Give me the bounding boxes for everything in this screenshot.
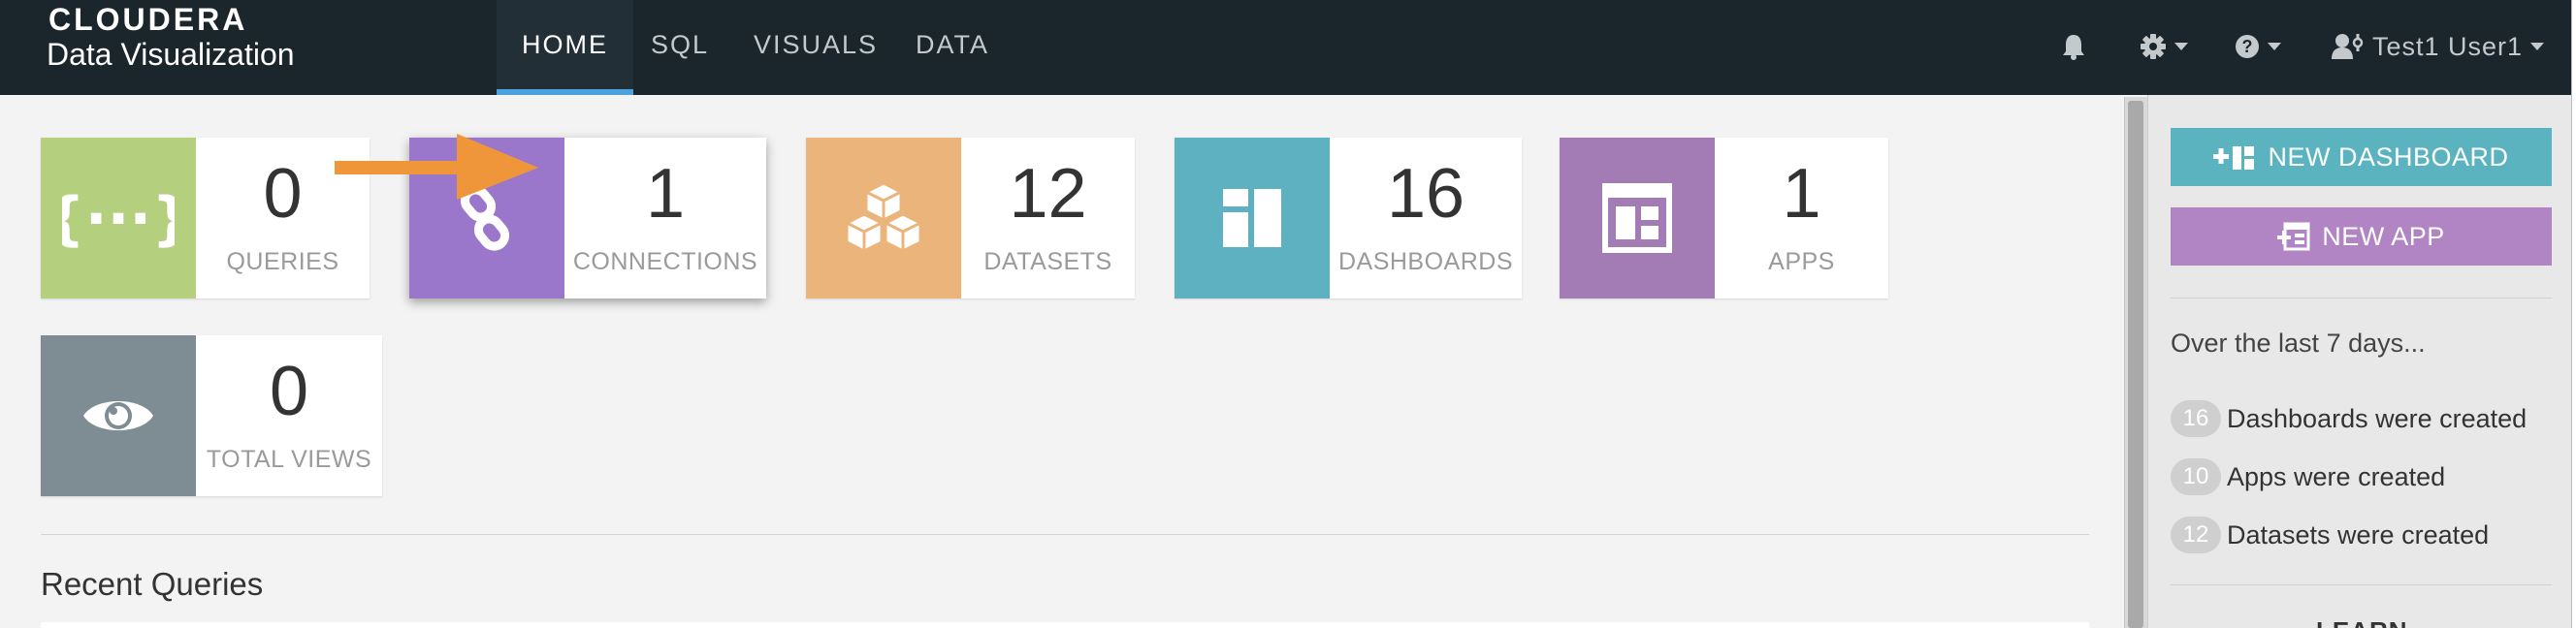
new-app-button[interactable]: NEW APP [2171, 207, 2552, 266]
tab-home[interactable]: HOME [497, 0, 633, 95]
tab-data[interactable]: DATA [916, 0, 989, 95]
eye-icon [83, 401, 153, 430]
chevron-down-icon [2530, 43, 2545, 50]
tab-visuals[interactable]: VISUALS [754, 0, 878, 95]
total-views-count: 0 [269, 353, 309, 430]
activity-text: Dashboards were created [2227, 403, 2528, 433]
learn-heading: LEARN [2316, 616, 2408, 628]
dashboards-icon-tile [1175, 138, 1330, 298]
dashboards-card[interactable]: 16 DASHBOARDS [1175, 138, 1522, 298]
total-views-card[interactable]: 0 TOTAL VIEWS [41, 335, 382, 496]
brand-logo: CLOUDERA [48, 2, 248, 37]
apps-count: 1 [1782, 155, 1821, 233]
apps-label: APPS [1768, 248, 1835, 275]
notifications-button[interactable] [2061, 25, 2086, 68]
connections-count: 1 [645, 155, 686, 233]
connections-label: CONNECTIONS [572, 248, 758, 275]
activity-text: Apps were created [2227, 461, 2446, 491]
help-menu-button[interactable]: ? [2235, 25, 2281, 68]
bell-icon [2063, 35, 2084, 60]
apps-icon-tile [1560, 138, 1715, 298]
activity-count-badge: 16 [2171, 400, 2221, 437]
datasets-label: DATASETS [983, 248, 1112, 275]
braces-icon: {···} [62, 185, 175, 252]
apps-card[interactable]: 1 APPS [1560, 138, 1888, 298]
add-dashboard-icon [2213, 146, 2255, 170]
annotation-arrow-icon [335, 134, 538, 200]
add-app-icon [2277, 222, 2310, 251]
new-dashboard-button[interactable]: NEW DASHBOARD [2171, 128, 2552, 186]
queries-icon-tile: {···} [41, 138, 196, 298]
window-edge [2571, 0, 2576, 628]
activity-item: 12 Datasets were created [2171, 517, 2489, 553]
queries-card[interactable]: {···} 0 QUERIES [41, 138, 370, 298]
section-divider [41, 534, 2089, 535]
queries-count: 0 [263, 155, 303, 233]
dashboard-icon [1223, 189, 1281, 247]
help-icon: ? [2236, 35, 2259, 58]
gear-icon [2141, 34, 2166, 59]
queries-label: QUERIES [226, 248, 339, 275]
sidebar-divider [2171, 584, 2552, 585]
app-icon [1602, 183, 1672, 253]
user-menu-button[interactable]: Test1 User1 [2332, 25, 2545, 68]
svg-text:{···}: {···} [62, 185, 175, 252]
datasets-count: 12 [1009, 155, 1087, 233]
chevron-down-icon [2268, 43, 2281, 50]
cubes-icon [845, 181, 922, 253]
new-app-label: NEW APP [2322, 221, 2445, 251]
activity-item: 16 Dashboards were created [2171, 400, 2527, 437]
user-icon [2332, 34, 2364, 59]
datasets-card[interactable]: 12 DATASETS [806, 138, 1135, 298]
user-name: Test1 User1 [2372, 31, 2524, 61]
datasets-icon-tile [806, 138, 961, 298]
activity-count-badge: 12 [2171, 517, 2221, 553]
top-navbar: CLOUDERA Data Visualization HOME SQL VIS… [0, 0, 2576, 95]
views-icon-tile [41, 335, 196, 496]
dashboards-label: DASHBOARDS [1337, 248, 1514, 275]
tab-sql[interactable]: SQL [651, 0, 709, 95]
activity-item: 10 Apps were created [2171, 458, 2445, 495]
svg-text:?: ? [2242, 37, 2253, 56]
activity-text: Datasets were created [2227, 519, 2490, 550]
total-views-label: TOTAL VIEWS [206, 446, 372, 473]
new-dashboard-label: NEW DASHBOARD [2268, 141, 2509, 172]
settings-menu-button[interactable] [2140, 25, 2188, 68]
activity-period: Over the last 7 days... [2171, 329, 2426, 358]
dashboards-count: 16 [1386, 155, 1465, 233]
recent-queries-panel [41, 622, 2089, 628]
brand-subtitle: Data Visualization [47, 37, 295, 72]
chevron-down-icon [2174, 43, 2188, 50]
recent-queries-title: Recent Queries [41, 566, 264, 602]
main-scrollbar-thumb[interactable] [2128, 101, 2143, 628]
activity-count-badge: 10 [2171, 458, 2221, 495]
